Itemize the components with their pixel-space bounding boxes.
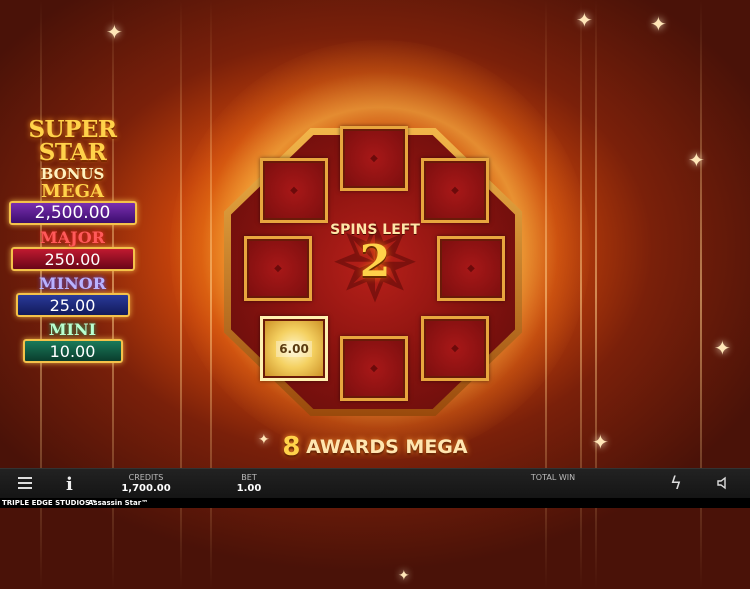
total-win-label: TOTAL WIN	[530, 473, 576, 482]
sparkle-icon: ✦	[650, 12, 667, 36]
brand-bar: TRIPLE EDGE STUDIOS™ Assassin Star™	[0, 498, 750, 508]
bolt-icon[interactable]: ϟ	[670, 473, 682, 494]
major-label: MAJOR	[40, 228, 105, 247]
spins-left-count: 2	[359, 236, 391, 287]
credits-label: CREDITS	[128, 473, 164, 482]
bonus-cell: ◆	[421, 158, 489, 223]
total-win-display: TOTAL WIN	[522, 473, 584, 482]
jackpot-panel: SUPER STAR BONUS MEGA 2,500.00 MAJOR 250…	[0, 118, 145, 363]
sparkle-icon: ✦	[714, 336, 731, 360]
sparkle-icon: ✦	[106, 20, 123, 44]
mini-label: MINI	[48, 320, 97, 339]
sparkle-icon: ✦	[688, 148, 705, 172]
studio-name: TRIPLE EDGE STUDIOS™	[2, 499, 98, 507]
sparkle-icon: ✦	[398, 568, 410, 584]
credits-value: 1,700.00	[121, 483, 171, 494]
jackpot-title: SUPER STAR	[28, 116, 117, 166]
bonus-cell: ◆	[244, 236, 312, 301]
mega-value: 2,500.00	[8, 201, 137, 225]
menu-icon[interactable]	[18, 477, 32, 491]
mini-value: 10.00	[22, 339, 123, 363]
bonus-cell: ◆	[437, 236, 505, 301]
credits-display: CREDITS 1,700.00	[120, 473, 172, 494]
awards-count: 8	[282, 432, 301, 462]
sparkle-icon: ✦	[592, 430, 609, 454]
minor-value: 25.00	[15, 293, 130, 317]
mega-label: MEGA	[41, 181, 104, 202]
win-cell-value: 6.00	[276, 340, 312, 357]
minor-label: MINOR	[38, 274, 107, 293]
speaker-icon[interactable]	[716, 475, 732, 491]
bonus-cell: ◆	[260, 158, 328, 223]
control-bar: i CREDITS 1,700.00 BET 1.00 TOTAL WIN ϟ	[0, 468, 750, 498]
bet-display: BET 1.00	[232, 473, 266, 494]
bet-value: 1.00	[236, 483, 262, 494]
awards-banner: 8 AWARDS MEGA	[240, 432, 510, 462]
awards-text: AWARDS MEGA	[306, 436, 468, 458]
bonus-cell-win: 6.00	[260, 316, 328, 381]
bonus-cell: ◆	[340, 336, 408, 401]
game-name: Assassin Star™	[88, 499, 149, 507]
bet-label: BET	[241, 473, 257, 482]
bonus-cell: ◆	[421, 316, 489, 381]
jackpot-subtitle: BONUS	[40, 165, 105, 183]
info-icon[interactable]: i	[66, 474, 73, 495]
bonus-cell: ◆	[340, 126, 408, 191]
sparkle-icon: ✦	[576, 8, 593, 32]
major-value: 250.00	[10, 247, 135, 271]
